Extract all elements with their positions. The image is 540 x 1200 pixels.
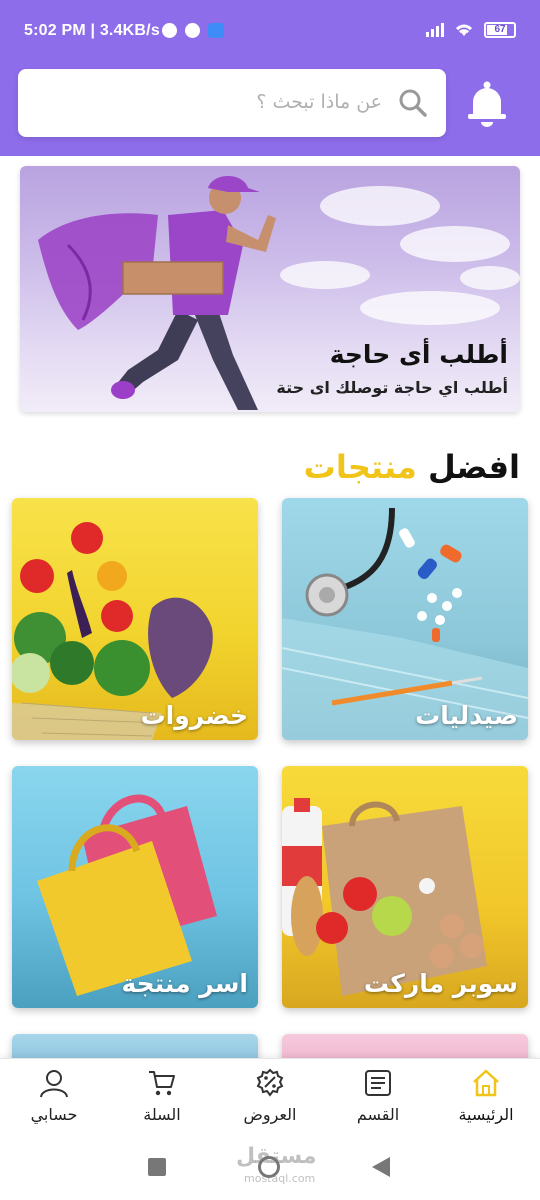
app-header: عن ماذا تبحث ؟ — [0, 62, 540, 156]
app-screen: 5:02 PM | 3.4KB/s 67 عن ماذا تبحث ؟ أطلب… — [0, 0, 540, 1200]
nav-label: العروض — [243, 1105, 297, 1124]
nav-cart[interactable]: السلة — [112, 1067, 212, 1131]
nav-label: القسم — [356, 1105, 400, 1124]
delivery-man-illustration — [38, 176, 276, 410]
bell-icon[interactable] — [466, 80, 508, 128]
section-title-part2: منتجات — [303, 448, 417, 486]
category-label: خضروات — [140, 701, 248, 730]
battery-icon: 67 — [484, 22, 516, 38]
category-card-family-products[interactable]: اسر منتجة — [12, 766, 258, 1008]
category-label: اسر منتجة — [121, 969, 248, 998]
notification-icons — [162, 23, 224, 38]
alarm-icon — [162, 23, 177, 38]
back-button[interactable] — [372, 1157, 390, 1177]
nav-label: السلة — [143, 1105, 181, 1124]
app-notification-icon — [208, 23, 224, 38]
search-input[interactable]: عن ماذا تبحث ؟ — [18, 69, 446, 137]
nav-label: حسابي — [30, 1105, 78, 1124]
recent-apps-button[interactable] — [148, 1158, 166, 1176]
nav-offers[interactable]: العروض — [220, 1067, 320, 1131]
category-label: سوبر ماركت — [363, 969, 518, 998]
home-icon — [473, 1069, 499, 1097]
nav-label: الرئيسية — [458, 1105, 514, 1124]
bottom-navigation: الرئيسية القسم العروض السلة حسابي — [0, 1058, 540, 1136]
status-time-speed: 5:02 PM | 3.4KB/s — [24, 22, 160, 39]
cart-icon — [149, 1071, 175, 1096]
system-navigation-bar: مستقل mostaql.com — [0, 1136, 540, 1200]
user-icon — [40, 1070, 68, 1098]
category-card-vegetables[interactable]: خضروات — [12, 498, 258, 740]
nav-categories[interactable]: القسم — [328, 1067, 428, 1131]
whatsapp-icon — [185, 23, 200, 38]
search-icon — [399, 89, 427, 117]
list-icon — [365, 1070, 391, 1096]
category-label: صيدليات — [415, 701, 518, 730]
signal-icon — [426, 23, 444, 37]
nav-account[interactable]: حسابي — [4, 1067, 104, 1131]
discount-icon — [256, 1068, 284, 1097]
wifi-icon — [456, 24, 472, 36]
battery-level: 67 — [494, 24, 506, 35]
home-button[interactable] — [258, 1156, 280, 1178]
section-title: افضل منتجات — [304, 448, 520, 486]
watermark-subtext: mostaql.com — [244, 1172, 316, 1185]
category-card-supermarket[interactable]: سوبر ماركت — [282, 766, 528, 1008]
search-placeholder: عن ماذا تبحث ؟ — [256, 91, 382, 113]
status-bar: 5:02 PM | 3.4KB/s 67 — [0, 0, 540, 62]
promo-banner[interactable]: أطلب أى حاجة أطلب اي حاجة توصلك اى حتة — [20, 166, 520, 412]
banner-title: أطلب أى حاجة — [329, 340, 508, 369]
category-card-pharmacy[interactable]: صيدليات — [282, 498, 528, 740]
nav-home[interactable]: الرئيسية — [436, 1067, 536, 1131]
section-title-part1: افضل — [427, 448, 520, 486]
status-right-icons: 67 — [426, 22, 516, 38]
banner-subtitle: أطلب اي حاجة توصلك اى حتة — [276, 378, 508, 397]
